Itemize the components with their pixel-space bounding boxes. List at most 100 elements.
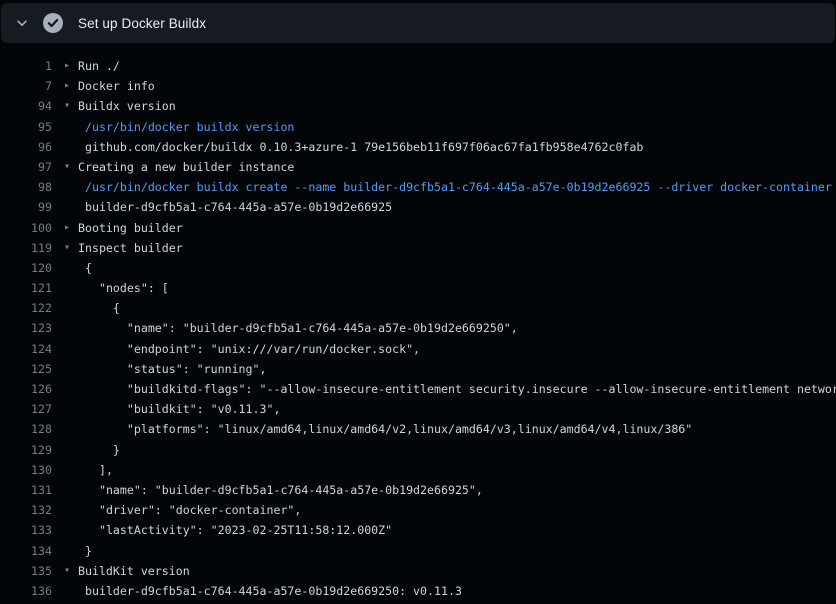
line-number[interactable]: 98 bbox=[0, 177, 52, 197]
log-line[interactable]: 7 ▸Docker info bbox=[0, 76, 836, 96]
log-line: 120{ bbox=[0, 258, 836, 278]
log-text: "endpoint": "unix:///var/run/docker.sock… bbox=[78, 339, 420, 359]
log-text: } bbox=[78, 440, 120, 460]
arrow-spacer bbox=[64, 318, 78, 338]
log-text: "name": "builder-d9cfb5a1-c764-445a-a57e… bbox=[78, 318, 518, 338]
line-number[interactable]: 122 bbox=[0, 298, 52, 318]
chevron-down-icon[interactable] bbox=[14, 15, 30, 31]
line-number[interactable]: 129 bbox=[0, 440, 52, 460]
line-number[interactable]: 96 bbox=[0, 137, 52, 157]
log-line[interactable]: 135 ▾BuildKit version bbox=[0, 561, 836, 581]
line-number[interactable]: 121 bbox=[0, 278, 52, 298]
log-line: 131 "name": "builder-d9cfb5a1-c764-445a-… bbox=[0, 480, 836, 500]
line-number[interactable]: 97 bbox=[0, 157, 52, 177]
log-text: "lastActivity": "2023-02-25T11:58:12.000… bbox=[78, 520, 392, 540]
line-number[interactable]: 131 bbox=[0, 480, 52, 500]
chevron-right-icon[interactable]: ▸ bbox=[64, 56, 78, 76]
log-line: 127 "buildkit": "v0.11.3", bbox=[0, 399, 836, 419]
log-line: 130 ], bbox=[0, 460, 836, 480]
arrow-spacer bbox=[64, 541, 78, 561]
line-number[interactable]: 100 bbox=[0, 218, 52, 238]
log-line: 126 "buildkitd-flags": "--allow-insecure… bbox=[0, 379, 836, 399]
log-text: "buildkitd-flags": "--allow-insecure-ent… bbox=[78, 379, 836, 399]
log-text: "driver": "docker-container", bbox=[78, 500, 301, 520]
log-line: 122 { bbox=[0, 298, 836, 318]
log-line: 96 github.com/docker/buildx 0.10.3+azure-… bbox=[0, 137, 836, 157]
chevron-down-icon[interactable]: ▾ bbox=[64, 238, 78, 258]
line-number[interactable]: 133 bbox=[0, 520, 52, 540]
chevron-down-icon[interactable]: ▾ bbox=[64, 157, 78, 177]
line-number[interactable]: 126 bbox=[0, 379, 52, 399]
arrow-spacer bbox=[64, 278, 78, 298]
arrow-spacer bbox=[64, 359, 78, 379]
line-number[interactable]: 99 bbox=[0, 197, 52, 217]
log-line: 98/usr/bin/docker buildx create --name b… bbox=[0, 177, 836, 197]
arrow-spacer bbox=[64, 117, 78, 137]
step-title: Set up Docker Buildx bbox=[78, 16, 206, 31]
log-line: 121 "nodes": [ bbox=[0, 278, 836, 298]
line-number[interactable]: 132 bbox=[0, 500, 52, 520]
line-number[interactable]: 125 bbox=[0, 359, 52, 379]
line-number[interactable]: 127 bbox=[0, 399, 52, 419]
line-number[interactable]: 95 bbox=[0, 117, 52, 137]
log-line: 136 builder-d9cfb5a1-c764-445a-a57e-0b19d… bbox=[0, 581, 836, 601]
line-number[interactable]: 119 bbox=[0, 238, 52, 258]
arrow-spacer bbox=[64, 137, 78, 157]
log-text: "status": "running", bbox=[78, 359, 266, 379]
log-line: 95/usr/bin/docker buildx version bbox=[0, 117, 836, 137]
log-text: Buildx version bbox=[78, 96, 176, 116]
chevron-right-icon[interactable]: ▸ bbox=[64, 218, 78, 238]
log-text: Docker info bbox=[78, 76, 155, 96]
line-number[interactable]: 7 bbox=[0, 76, 52, 96]
log-text: github.com/docker/buildx 0.10.3+azure-1 … bbox=[78, 137, 643, 157]
line-number[interactable]: 134 bbox=[0, 541, 52, 561]
log-text: "name": "builder-d9cfb5a1-c764-445a-a57e… bbox=[78, 480, 483, 500]
arrow-spacer bbox=[64, 298, 78, 318]
arrow-spacer bbox=[64, 399, 78, 419]
arrow-spacer bbox=[64, 460, 78, 480]
log-line: 128 "platforms": "linux/amd64,linux/amd6… bbox=[0, 419, 836, 439]
log-command-text: /usr/bin/docker buildx create --name bui… bbox=[78, 177, 832, 197]
arrow-spacer bbox=[64, 258, 78, 278]
arrow-spacer bbox=[64, 520, 78, 540]
line-number[interactable]: 123 bbox=[0, 318, 52, 338]
log-text: builder-d9cfb5a1-c764-445a-a57e-0b19d2e6… bbox=[78, 197, 392, 217]
log-text: Inspect builder bbox=[78, 238, 183, 258]
arrow-spacer bbox=[64, 197, 78, 217]
arrow-spacer bbox=[64, 500, 78, 520]
arrow-spacer bbox=[64, 440, 78, 460]
arrow-spacer bbox=[64, 177, 78, 197]
step-header[interactable]: Set up Docker Buildx bbox=[1, 3, 835, 43]
log-line[interactable]: 1▸Run ./ bbox=[0, 56, 836, 76]
log-line[interactable]: 119 ▾Inspect builder bbox=[0, 238, 836, 258]
log-text: "buildkit": "v0.11.3", bbox=[78, 399, 280, 419]
chevron-down-icon[interactable]: ▾ bbox=[64, 561, 78, 581]
log-line[interactable]: 94 ▾Buildx version bbox=[0, 96, 836, 116]
line-number[interactable]: 124 bbox=[0, 339, 52, 359]
line-number[interactable]: 136 bbox=[0, 581, 52, 601]
line-number[interactable]: 120 bbox=[0, 258, 52, 278]
line-number[interactable]: 1 bbox=[0, 56, 52, 76]
log-text: Creating a new builder instance bbox=[78, 157, 294, 177]
arrow-spacer bbox=[64, 581, 78, 601]
log-line: 124 "endpoint": "unix:///var/run/docker.… bbox=[0, 339, 836, 359]
line-number[interactable]: 135 bbox=[0, 561, 52, 581]
log-line: 99 builder-d9cfb5a1-c764-445a-a57e-0b19d2… bbox=[0, 197, 836, 217]
chevron-right-icon[interactable]: ▸ bbox=[64, 76, 78, 96]
log-text: Booting builder bbox=[78, 218, 183, 238]
log-line[interactable]: 97 ▾Creating a new builder instance bbox=[0, 157, 836, 177]
line-number[interactable]: 128 bbox=[0, 419, 52, 439]
line-number[interactable]: 94 bbox=[0, 96, 52, 116]
log-line: 129 } bbox=[0, 440, 836, 460]
log-text: { bbox=[78, 298, 120, 318]
log-line[interactable]: 100 ▸Booting builder bbox=[0, 218, 836, 238]
log-text: "platforms": "linux/amd64,linux/amd64/v2… bbox=[78, 419, 692, 439]
log-text: BuildKit version bbox=[78, 561, 190, 581]
log-text: "nodes": [ bbox=[78, 278, 169, 298]
arrow-spacer bbox=[64, 339, 78, 359]
arrow-spacer bbox=[64, 379, 78, 399]
log-text: builder-d9cfb5a1-c764-445a-a57e-0b19d2e6… bbox=[78, 581, 462, 601]
log-text: ], bbox=[78, 460, 113, 480]
chevron-down-icon[interactable]: ▾ bbox=[64, 96, 78, 116]
line-number[interactable]: 130 bbox=[0, 460, 52, 480]
